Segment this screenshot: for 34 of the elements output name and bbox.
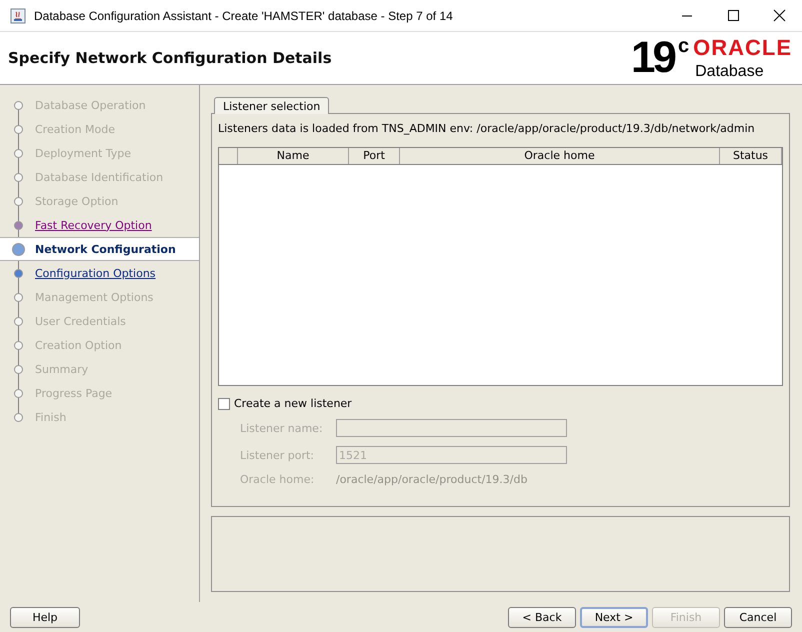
step-label: Progress Page — [35, 386, 112, 400]
column-header[interactable]: Status — [720, 148, 782, 164]
window-title: Database Configuration Assistant - Create 'HAMSTER' database - Step 7 of 14 — [34, 8, 454, 22]
current-step[interactable]: Network Configuration — [0, 237, 199, 261]
step-label: Storage Option — [35, 194, 118, 208]
tab[interactable]: Listener selection — [214, 97, 330, 114]
checkbox-label[interactable]: Create a new listener — [234, 397, 352, 410]
step-link[interactable]: Fast Recovery Option — [35, 218, 152, 232]
help-button[interactable]: Help — [10, 606, 80, 628]
wizard-button[interactable]: < Back — [508, 606, 576, 628]
wizard-button[interactable]: Next > — [580, 606, 648, 628]
wizard-button[interactable]: Cancel — [724, 606, 792, 628]
step-label: Finish — [35, 410, 66, 424]
step-label: Creation Mode — [35, 122, 116, 136]
step-label: Creation Option — [35, 338, 122, 352]
step-label: Summary — [35, 362, 88, 376]
info-text: Listeners data is loaded from TNS_ADMIN env: /oracle/app/oracle/product/19.3/db/network/admin — [218, 122, 756, 135]
field-value: /oracle/app/oracle/product/19.3/db — [336, 473, 528, 486]
field-label: Oracle home: — [240, 473, 316, 486]
field-label: Listener name: — [240, 422, 324, 434]
step-dot-icon — [12, 242, 25, 256]
app-icon — [10, 8, 26, 24]
step-link[interactable]: Configuration Options — [35, 266, 156, 280]
step-label: Database Identification — [35, 170, 164, 184]
column-header[interactable]: Port — [349, 148, 400, 164]
step-label: User Credentials — [35, 314, 126, 328]
step-label: Database Operation — [35, 98, 146, 112]
checkbox[interactable] — [218, 398, 230, 410]
column-header[interactable]: Oracle home — [400, 148, 720, 164]
step-label: Management Options — [35, 290, 154, 304]
field-label: Listener port: — [240, 448, 316, 462]
step-label: Deployment Type — [35, 146, 132, 160]
column-header[interactable]: Name — [238, 148, 349, 164]
page-heading: Specify Network Configuration Details — [8, 49, 333, 67]
